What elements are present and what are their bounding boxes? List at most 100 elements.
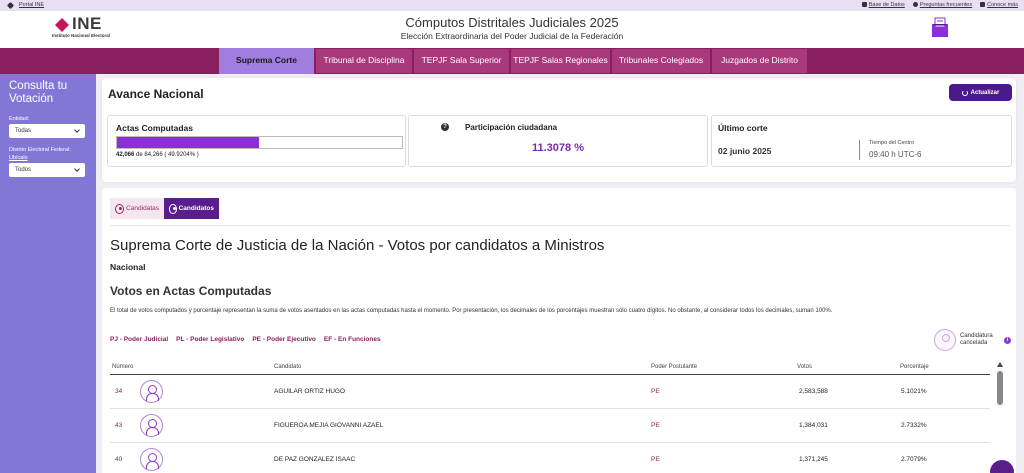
row-poder: PE <box>651 422 660 429</box>
actas-progress-bar <box>116 136 403 149</box>
ballot-box-icon[interactable] <box>930 16 950 38</box>
legend-pj: PJ - Poder Judicial <box>110 336 169 343</box>
ubicalo-link[interactable]: Ubícalo <box>9 155 87 161</box>
table-row[interactable]: 40 DE PAZ GONZALEZ ISAAC PE 1,371,245 2.… <box>110 443 990 473</box>
row-numero: 43 <box>115 422 123 429</box>
actas-count: 42,066 <box>116 152 135 158</box>
tabs-divider <box>110 225 1010 226</box>
row-porcentaje: 2.7079% <box>901 456 927 463</box>
question-icon[interactable]: ? <box>441 123 449 131</box>
table-scrollbar[interactable] <box>995 362 1004 470</box>
actas-progress-fill <box>117 137 260 148</box>
row-numero: 34 <box>115 388 123 395</box>
poder-legend: PJ - Poder Judicial PL - Poder Legislati… <box>110 336 381 343</box>
top-utility-bar: Portal INE Base de Datos Preguntas frecu… <box>0 0 1024 11</box>
database-icon <box>861 2 867 8</box>
participacion-value: 11.3078 % <box>532 142 584 154</box>
votos-description: El total de votos computados y porcentaj… <box>110 308 833 314</box>
entidad-select[interactable]: Todas <box>9 124 85 139</box>
actas-pct: ( 49.9204% ) <box>164 152 199 158</box>
sidebar-title: Consulta tu Votación <box>9 80 68 106</box>
scroll-up-icon[interactable] <box>996 362 1003 367</box>
row-votos: 1,371,245 <box>799 456 828 463</box>
corte-title: Último corte <box>718 123 768 133</box>
row-poder: PE <box>651 388 660 395</box>
cancelada-legend: Candidatura cancelada i <box>934 329 1011 351</box>
tab-candidatas-label: Candidatas <box>126 205 159 212</box>
corte-time: 09:40 h UTC-6 <box>869 150 922 159</box>
portal-ine-link[interactable]: Portal INE <box>19 2 44 8</box>
diamond-icon <box>6 1 15 9</box>
base-de-datos-link[interactable]: Base de Datos <box>869 2 905 8</box>
main-nav: Suprema Corte Tribunal de Disciplina TEP… <box>0 48 1024 74</box>
conoce-mas-link[interactable]: Conoce más <box>987 2 1018 8</box>
table-row[interactable]: 43 FIGUEROA MEJIA GIOVANNI AZAEL PE 1,38… <box>110 409 990 443</box>
refresh-icon <box>961 89 968 96</box>
actas-total: de 84,266 <box>136 152 163 158</box>
tab-tepjf-sala-superior[interactable]: TEPJF Sala Superior <box>414 49 510 73</box>
col-candidato[interactable]: Candidato <box>274 364 301 370</box>
actas-progress-text: 42,066 de 84,266 ( 49.9204% ) <box>116 152 199 158</box>
entidad-value: Todas <box>15 128 32 135</box>
corte-time-label: Tiempo del Centro <box>869 140 915 146</box>
row-porcentaje: 2.7332% <box>901 422 927 429</box>
tab-tepjf-salas-regionales[interactable]: TEPJF Salas Regionales <box>511 49 611 73</box>
candidate-avatar-icon <box>140 414 163 437</box>
scroll-thumb[interactable] <box>996 371 1003 405</box>
distrito-label: Distrito Electoral Federal: <box>9 147 71 154</box>
update-label: Actualizar <box>970 89 1000 96</box>
page-title: Cómputos Distritales Judiciales 2025 <box>405 15 619 30</box>
distrito-value: Todos <box>15 167 32 174</box>
tab-juzgados-distrito[interactable]: Juzgados de Distrito <box>712 49 808 73</box>
table-header: Número Candidato Poder Postulante Votos … <box>110 362 990 375</box>
distrito-select[interactable]: Todos <box>9 163 85 178</box>
update-button[interactable]: Actualizar <box>949 84 1012 101</box>
col-porcentaje[interactable]: Porcentaje <box>900 364 929 370</box>
site-header: INE Instituto Nacional Electoral Cómputo… <box>0 11 1024 48</box>
table-row[interactable]: 34 AGUILAR ORTIZ HUGO PE 2,583,588 5.102… <box>110 375 990 409</box>
preguntas-link[interactable]: Preguntas frecuentes <box>920 2 972 8</box>
sidebar: Consulta tu Votación Entidad: Todas Dist… <box>0 74 96 473</box>
tab-tribunal-disciplina[interactable]: Tribunal de Disciplina <box>316 49 413 73</box>
tab-suprema-corte[interactable]: Suprema Corte <box>219 48 315 74</box>
woman-icon <box>115 203 125 214</box>
corte-date: 02 junio 2025 <box>718 146 772 156</box>
participacion-card: ? Participación ciudadana 11.3078 % <box>408 115 708 167</box>
page-subtitle: Elección Extraordinaria del Poder Judici… <box>400 31 624 41</box>
question-icon <box>912 2 918 8</box>
row-poder: PE <box>651 456 660 463</box>
col-votos[interactable]: Votos <box>797 364 812 370</box>
chevron-down-icon <box>74 166 80 173</box>
tab-candidatos-label: Candidatos <box>178 205 214 212</box>
main-card: Candidatas Candidatos Suprema Corte de J… <box>102 188 1016 473</box>
col-poder[interactable]: Poder Postulante <box>651 364 697 370</box>
votos-heading: Votos en Actas Computadas <box>110 284 272 298</box>
legend-pl: PL - Poder Legislativo <box>176 336 245 343</box>
ultimo-corte-card: Último corte 02 junio 2025 Tiempo del Ce… <box>711 115 1012 167</box>
legend-pe: PE - Poder Ejecutivo <box>252 336 316 343</box>
col-numero[interactable]: Número <box>112 364 133 370</box>
row-candidato: DE PAZ GONZALEZ ISAAC <box>274 456 356 463</box>
section-heading: Suprema Corte de Justicia de la Nación -… <box>110 237 605 254</box>
actas-title: Actas Computadas <box>116 123 193 133</box>
corte-divider <box>859 140 860 160</box>
actas-card: Actas Computadas 42,066 de 84,266 ( 49.9… <box>107 115 406 167</box>
tab-candidatas[interactable]: Candidatas <box>110 198 164 219</box>
candidate-avatar-icon <box>140 448 163 471</box>
scope-label: Nacional <box>110 262 146 272</box>
avance-nacional-card: Avance Nacional Actualizar Actas Computa… <box>102 78 1016 182</box>
gender-tabs: Candidatas Candidatos <box>110 198 219 219</box>
cancelled-avatar-icon <box>934 329 956 351</box>
tab-tribunales-colegiados[interactable]: Tribunales Colegiados <box>612 49 711 73</box>
row-votos: 2,583,588 <box>799 388 828 395</box>
row-porcentaje: 5.1021% <box>901 388 927 395</box>
info-icon[interactable]: i <box>1004 336 1011 344</box>
avance-title: Avance Nacional <box>108 87 204 101</box>
row-votos: 1,384,031 <box>799 422 828 429</box>
row-candidato: AGUILAR ORTIZ HUGO <box>274 388 346 395</box>
tab-candidatos[interactable]: Candidatos <box>164 198 219 219</box>
chevron-down-icon <box>74 127 80 134</box>
man-icon <box>169 203 177 214</box>
row-numero: 40 <box>115 456 123 463</box>
legend-ef: EF - En Funciones <box>323 336 381 343</box>
